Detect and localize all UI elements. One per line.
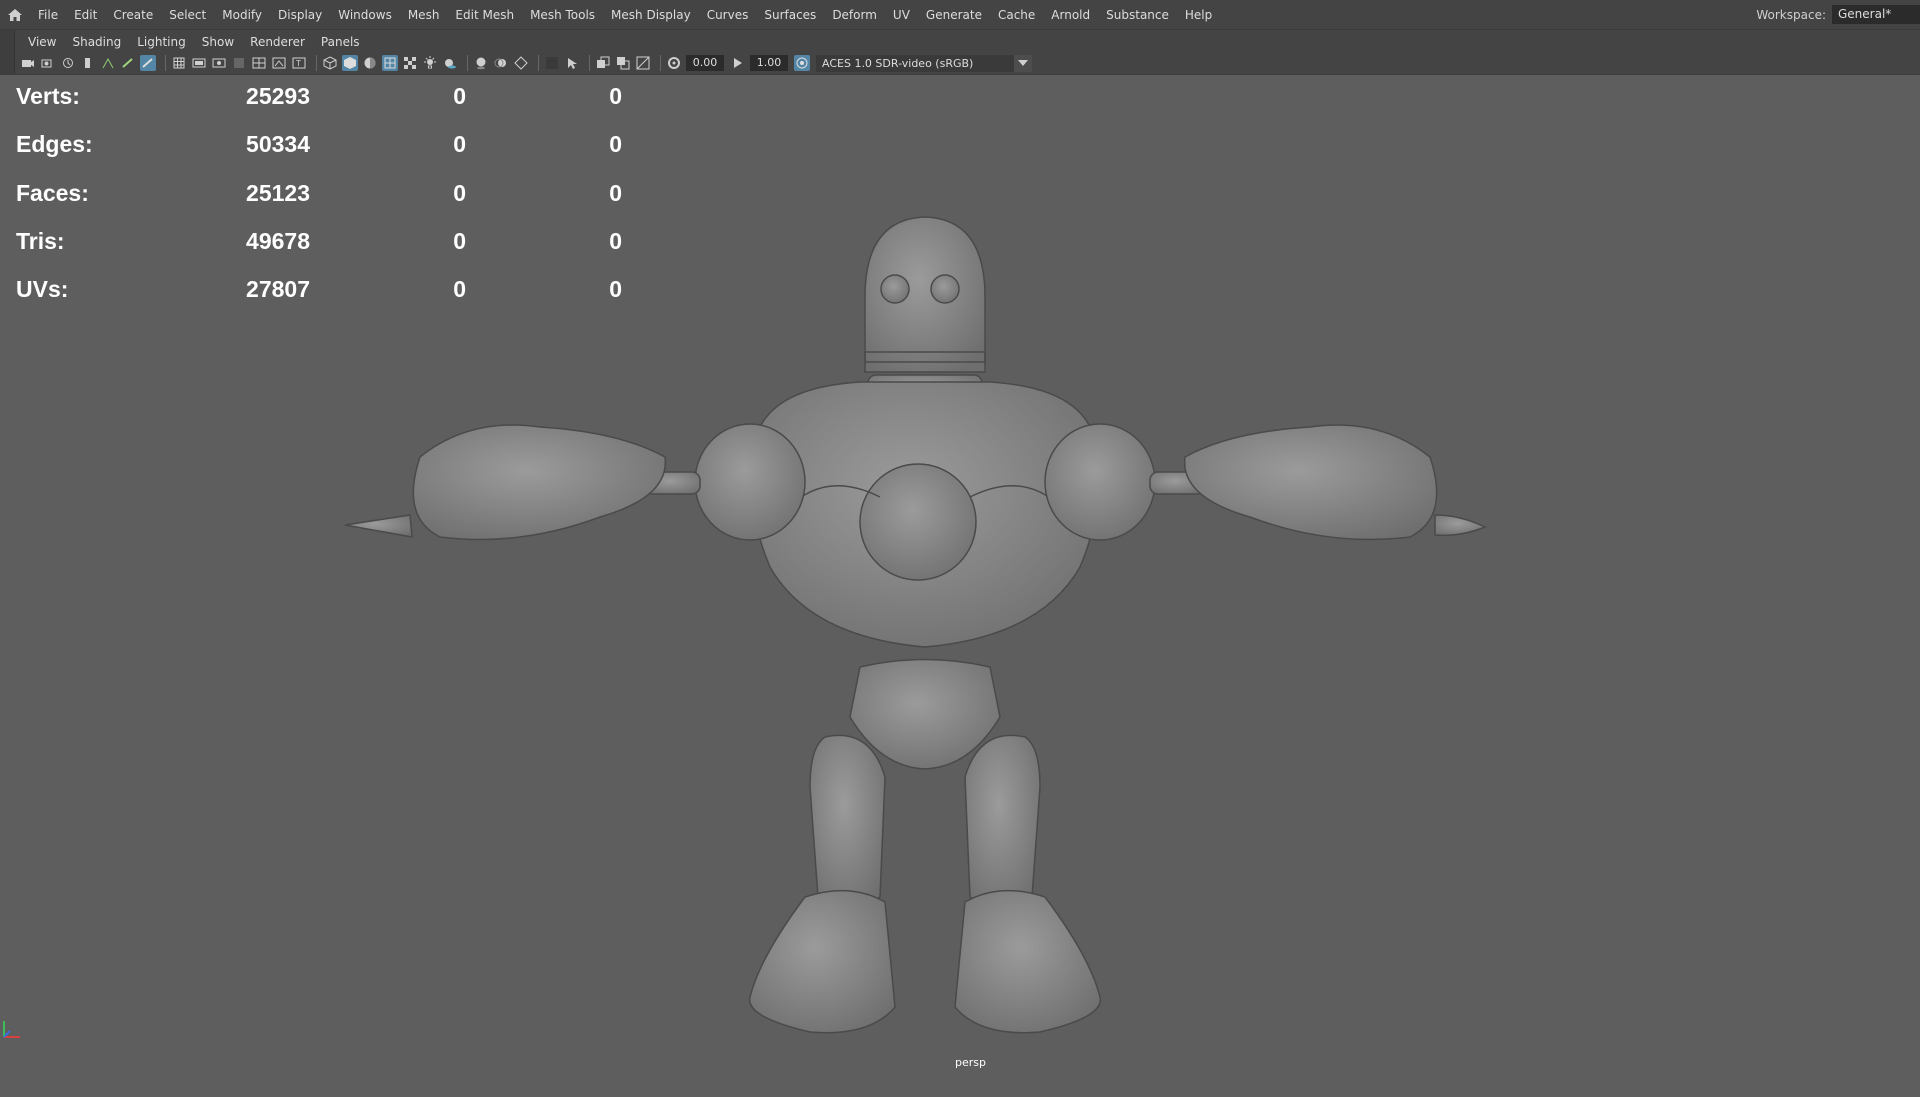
ambient-occlusion-icon[interactable] <box>473 55 489 71</box>
menu-create[interactable]: Create <box>105 8 161 22</box>
menu-help[interactable]: Help <box>1177 8 1220 22</box>
color-management-icon[interactable] <box>794 55 810 71</box>
workspace-dropdown[interactable]: General* <box>1832 5 1920 24</box>
menu-mesh[interactable]: Mesh <box>400 8 448 22</box>
viewport-persp[interactable]: Verts: 25293 0 0 Edges: 50334 0 0 Faces:… <box>0 75 1920 1080</box>
hud-label: Edges: <box>16 131 93 158</box>
camera-name-label: persp <box>955 1056 986 1069</box>
main-menu-bar: File Edit Create Select Modify Display W… <box>0 0 1920 30</box>
menu-cache[interactable]: Cache <box>990 8 1043 22</box>
field-chart-icon[interactable] <box>251 55 267 71</box>
menu-mesh-display[interactable]: Mesh Display <box>603 8 699 22</box>
hud-total: 25293 <box>246 83 310 109</box>
shadows-icon[interactable] <box>442 55 458 71</box>
chevron-down-icon[interactable] <box>1014 54 1032 72</box>
hud-total: 25123 <box>246 179 310 206</box>
anti-aliasing-icon[interactable] <box>513 55 529 71</box>
film-gate-icon[interactable] <box>191 55 207 71</box>
isolate-select-icon[interactable] <box>544 55 560 71</box>
smooth-shade-icon[interactable] <box>342 55 358 71</box>
toolbar-separator <box>165 55 166 71</box>
hud-total: 27807 <box>246 276 310 303</box>
panel-icon-strip: T 0.00 1.00 ACES 1.0 SDR-video (sRGB) <box>20 53 1032 73</box>
2d-pan-zoom-icon[interactable] <box>100 55 116 71</box>
menu-generate[interactable]: Generate <box>918 8 990 22</box>
select-camera-icon[interactable] <box>20 55 36 71</box>
panel-menu-show[interactable]: Show <box>194 35 242 49</box>
motion-blur-icon[interactable] <box>493 55 509 71</box>
resolution-gate-icon[interactable] <box>211 55 227 71</box>
textured-icon[interactable] <box>402 55 418 71</box>
menu-surfaces[interactable]: Surfaces <box>756 8 824 22</box>
grease-pencil-icon[interactable] <box>120 55 136 71</box>
safe-action-icon[interactable] <box>271 55 287 71</box>
view-transform-value: ACES 1.0 SDR-video (sRGB) <box>822 56 974 70</box>
workspace-selector: Workspace: General* <box>1756 0 1920 29</box>
svg-text:T: T <box>295 59 301 68</box>
side-tab-handle[interactable] <box>0 30 15 74</box>
panel-toolbar: View Shading Lighting Show Renderer Pane… <box>0 30 1920 75</box>
menu-edit-mesh[interactable]: Edit Mesh <box>447 8 522 22</box>
workspace-label: Workspace: <box>1756 7 1826 22</box>
panel-menu-view[interactable]: View <box>20 35 64 49</box>
menu-display[interactable]: Display <box>270 8 330 22</box>
xray-joints-icon[interactable] <box>615 55 631 71</box>
view-transform-dropdown[interactable]: ACES 1.0 SDR-video (sRGB) <box>816 54 1032 72</box>
hud-label: Faces: <box>16 179 89 206</box>
hud-label: Verts: <box>16 83 80 109</box>
home-icon[interactable] <box>0 0 30 29</box>
camera-attributes-icon[interactable] <box>40 55 56 71</box>
wireframe-on-shaded-icon[interactable] <box>382 55 398 71</box>
xray-icon[interactable] <box>564 55 580 71</box>
menu-modify[interactable]: Modify <box>214 8 270 22</box>
exposure-field[interactable]: 0.00 <box>686 55 724 71</box>
panel-menu-shading[interactable]: Shading <box>64 35 129 49</box>
xray-active-components-icon[interactable] <box>595 55 611 71</box>
axis-gizmo-icon <box>3 1021 20 1038</box>
menu-arnold[interactable]: Arnold <box>1043 8 1098 22</box>
gamma-icon[interactable] <box>635 55 651 71</box>
menu-deform[interactable]: Deform <box>824 8 885 22</box>
gate-mask-icon[interactable] <box>231 55 247 71</box>
hud-third: 0 <box>609 83 622 109</box>
toolbar-separator <box>316 55 317 71</box>
toolbar-separator <box>589 55 590 71</box>
hud-label: UVs: <box>16 276 69 303</box>
robot-mesh-model[interactable] <box>340 137 1530 1097</box>
use-all-lights-icon[interactable] <box>422 55 438 71</box>
toolbar-separator <box>538 55 539 71</box>
default-material-icon[interactable] <box>362 55 378 71</box>
wireframe-icon[interactable] <box>322 55 338 71</box>
toolbar-separator <box>467 55 468 71</box>
menu-substance[interactable]: Substance <box>1098 8 1177 22</box>
hud-label: Tris: <box>16 227 65 254</box>
panel-menu-bar: View Shading Lighting Show Renderer Pane… <box>20 32 368 52</box>
snapshot-icon[interactable] <box>140 55 156 71</box>
hud-total: 50334 <box>246 131 310 158</box>
toolbar-separator <box>660 55 661 71</box>
menu-select[interactable]: Select <box>161 8 214 22</box>
panel-menu-lighting[interactable]: Lighting <box>129 35 194 49</box>
menu-mesh-tools[interactable]: Mesh Tools <box>522 8 603 22</box>
menu-edit[interactable]: Edit <box>66 8 105 22</box>
exposure-icon[interactable] <box>666 55 682 71</box>
gamma-field[interactable]: 1.00 <box>750 55 788 71</box>
menu-uv[interactable]: UV <box>885 8 918 22</box>
menu-windows[interactable]: Windows <box>330 8 400 22</box>
gamma-slider-icon[interactable] <box>730 55 746 71</box>
menu-curves[interactable]: Curves <box>699 8 757 22</box>
image-plane-icon[interactable] <box>80 55 96 71</box>
hud-selected: 0 <box>453 83 466 109</box>
menu-file[interactable]: File <box>30 8 66 22</box>
hud-total: 49678 <box>246 227 310 254</box>
bookmarks-icon[interactable] <box>60 55 76 71</box>
panel-menu-panels[interactable]: Panels <box>313 35 368 49</box>
safe-title-icon[interactable]: T <box>291 55 307 71</box>
panel-menu-renderer[interactable]: Renderer <box>242 35 313 49</box>
grid-icon[interactable] <box>171 55 187 71</box>
